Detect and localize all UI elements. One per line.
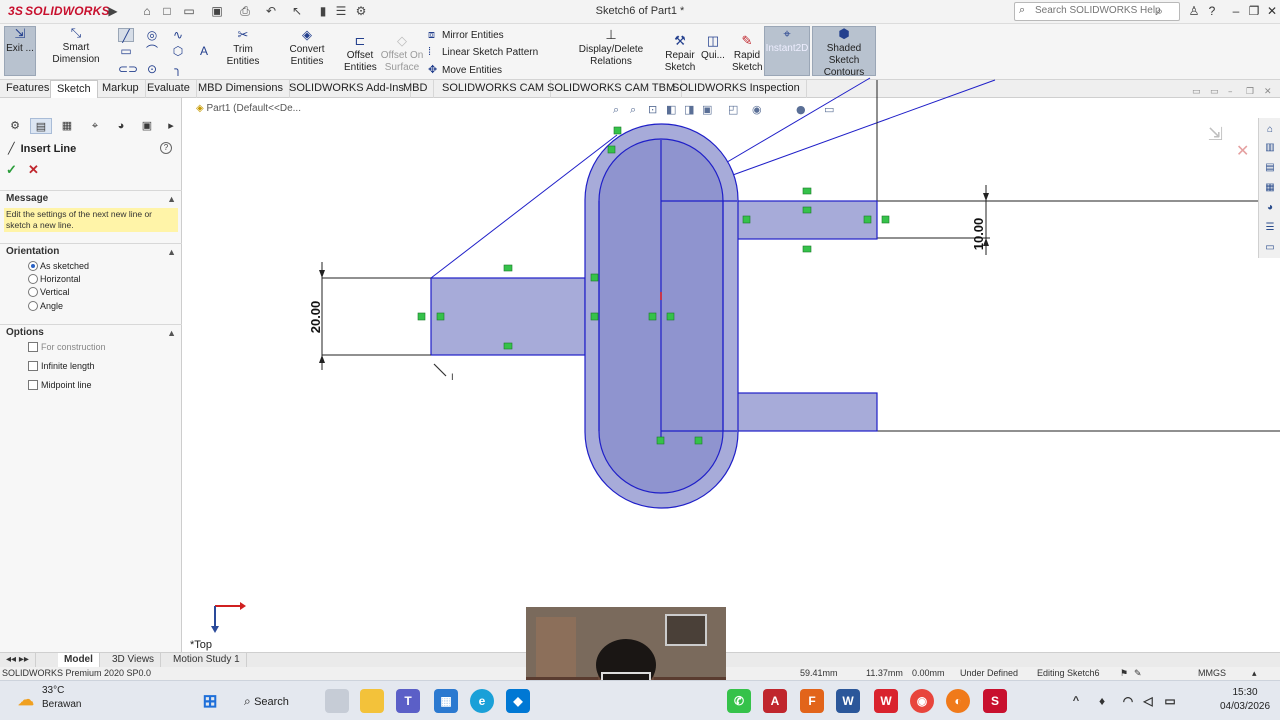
dimension-10[interactable]: 10.00 xyxy=(971,185,989,255)
svg-text:I: I xyxy=(451,373,454,383)
status-y-coordinate: 11.37mm xyxy=(866,668,903,678)
svg-text:▭: ▭ xyxy=(1210,87,1219,97)
file-explorer-icon[interactable]: ▤ xyxy=(1264,162,1276,174)
sketch-lines[interactable] xyxy=(877,200,1280,432)
clock-time[interactable]: 15:30 xyxy=(1218,687,1272,698)
forum-icon[interactable]: ▭ xyxy=(1264,242,1276,254)
status-x-coordinate: 59.41mm xyxy=(800,668,838,678)
sketch-region-top-right-rectangle[interactable] xyxy=(736,200,878,240)
svg-text:⌕: ⌕ xyxy=(613,103,619,116)
svg-text:–: – xyxy=(1228,87,1233,97)
tab-scroll-arrows-icon[interactable]: ◂◂ ▸▸ xyxy=(0,653,36,668)
word-icon[interactable]: W xyxy=(836,689,860,713)
search-icon: ⌕ xyxy=(244,694,255,708)
svg-text:●: ● xyxy=(796,103,806,116)
volume-icon[interactable]: ◁ xyxy=(1136,689,1160,713)
clock-date[interactable]: 04/03/2026 xyxy=(1218,701,1272,712)
tab-model[interactable]: Model xyxy=(58,653,100,668)
svg-text:⇲: ⇲ xyxy=(1208,124,1223,145)
svg-text:▣: ▣ xyxy=(702,103,712,116)
status-units[interactable]: MMGS xyxy=(1198,668,1226,678)
solidworks-taskbar-icon[interactable]: S xyxy=(983,689,1007,713)
svg-text:✕: ✕ xyxy=(1264,87,1272,97)
status-product: SOLIDWORKS Premium 2020 SP0.0 xyxy=(2,668,152,678)
svg-text:▭: ▭ xyxy=(824,103,834,116)
file-explorer-icon[interactable] xyxy=(360,689,384,713)
units-dropdown-icon[interactable]: ▴ xyxy=(1252,668,1257,679)
battery-icon[interactable]: ▭ xyxy=(1158,689,1182,713)
svg-text:⌕: ⌕ xyxy=(630,103,636,116)
windows-taskbar: ☁ 33°C Berawan ⊞ ⌕ Search T ▦ e ◆ ✆ A F … xyxy=(0,680,1280,720)
svg-text:◉: ◉ xyxy=(752,103,762,116)
show-hidden-icons-icon[interactable]: ^ xyxy=(1064,689,1088,713)
svg-text:✕: ✕ xyxy=(1236,141,1249,160)
task-pane: ⌂ ▥ ▤ ▦ ◕ ☰ ▭ xyxy=(1258,118,1280,258)
status-sketch-state: Under Defined xyxy=(960,668,1019,678)
tab-motion-study-1[interactable]: Motion Study 1 xyxy=(167,653,247,668)
confirmation-corner[interactable]: ⇲ ✕ xyxy=(1208,124,1249,160)
wps-icon[interactable]: W xyxy=(874,689,898,713)
phone-link-icon[interactable]: ✆ xyxy=(727,689,751,713)
autocad-icon[interactable]: A xyxy=(763,689,787,713)
firefox-icon[interactable]: ◐ xyxy=(946,689,970,713)
svg-text:◧: ◧ xyxy=(666,103,676,116)
teams-icon[interactable]: T xyxy=(396,689,420,713)
rebuild-status-icon[interactable]: ⚑ xyxy=(1120,668,1128,679)
design-library-icon[interactable]: ▥ xyxy=(1264,142,1276,154)
sketch-region-bottom-right-rectangle[interactable] xyxy=(736,392,878,432)
windows-start-icon[interactable]: ⊞ xyxy=(198,689,222,713)
chrome-icon[interactable]: ◉ xyxy=(910,689,934,713)
app-f-icon[interactable]: F xyxy=(800,689,824,713)
store-icon[interactable]: ▦ xyxy=(434,689,458,713)
heads-up-view-toolbar[interactable]: ⌕ ⌕ ⊡ ◧ ◨ ▣ ◰ ◉ ● ▭ xyxy=(613,103,834,116)
view-palette-icon[interactable]: ▦ xyxy=(1264,182,1276,194)
svg-text:❐: ❐ xyxy=(1246,87,1254,97)
dimension-text-20[interactable]: 20.00 xyxy=(308,301,323,334)
svg-text:⊡: ⊡ xyxy=(648,103,657,116)
svg-text:◰: ◰ xyxy=(728,103,738,116)
microphone-icon[interactable]: ♦ xyxy=(1090,689,1114,713)
line-cursor-icon: I xyxy=(433,363,454,383)
edge-icon[interactable]: e xyxy=(470,689,494,713)
view-orientation-label: *Top xyxy=(190,639,212,651)
settings-status-icon[interactable]: ✎ xyxy=(1134,668,1142,679)
weather-icon[interactable]: ☁ xyxy=(14,689,38,713)
dimension-20[interactable]: 20.00 xyxy=(308,262,431,370)
resources-home-icon[interactable]: ⌂ xyxy=(1264,124,1276,136)
app-icon[interactable]: ◆ xyxy=(506,689,530,713)
dimension-text-10[interactable]: 10.00 xyxy=(971,218,986,251)
custom-properties-icon[interactable]: ☰ xyxy=(1264,222,1276,234)
task-view-icon[interactable] xyxy=(325,689,349,713)
weather-temperature[interactable]: 33°C xyxy=(42,685,64,696)
taskbar-search[interactable]: ⌕ Search xyxy=(244,690,316,712)
status-editing: Editing Sketch6 xyxy=(1037,668,1100,678)
svg-text:◨: ◨ xyxy=(684,103,694,116)
tab-3d-views[interactable]: 3D Views xyxy=(106,653,162,668)
reference-triad xyxy=(211,602,246,633)
document-window-controls[interactable]: ▭ ▭ – ❐ ✕ xyxy=(1192,87,1272,97)
weather-description[interactable]: Berawan xyxy=(42,699,81,710)
svg-text:▭: ▭ xyxy=(1192,87,1201,97)
appearances-icon[interactable]: ◕ xyxy=(1264,202,1276,214)
status-z-coordinate: 0.00mm xyxy=(912,668,945,678)
